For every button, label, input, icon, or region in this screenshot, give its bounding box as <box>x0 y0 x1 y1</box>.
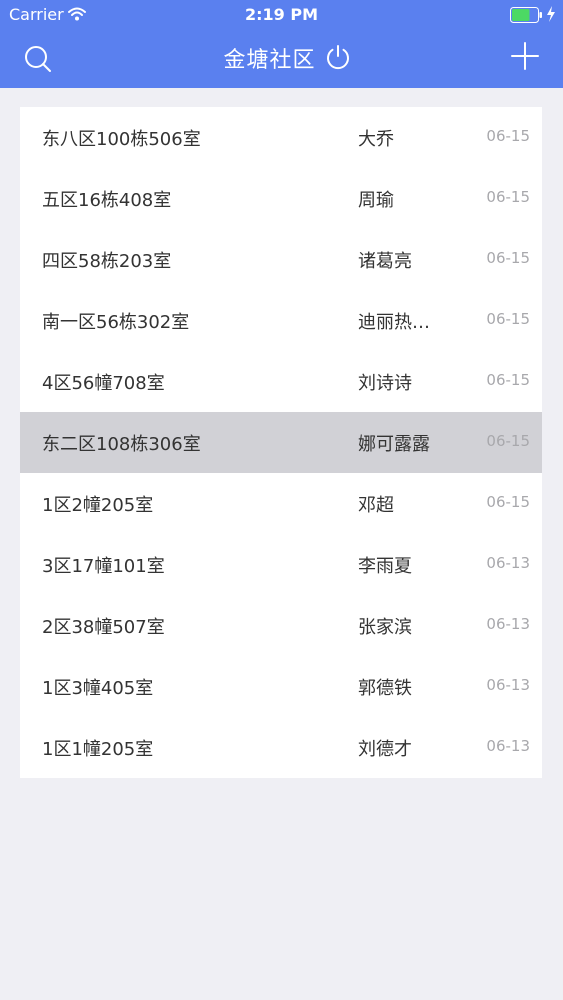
address-text: 东二区108栋306室 <box>42 434 201 455</box>
date-text: 06-13 <box>486 737 530 755</box>
resident-name: 张家滨 <box>358 617 412 638</box>
list-item[interactable]: 1区2幢205室 邓超 06-15 <box>20 473 542 534</box>
list-item[interactable]: 4区56幢708室 刘诗诗 06-15 <box>20 351 542 412</box>
address-text: 4区56幢708室 <box>42 373 165 394</box>
list-item[interactable]: 东八区100栋506室 大乔 06-15 <box>20 107 542 168</box>
list-item[interactable]: 四区58栋203室 诸葛亮 06-15 <box>20 229 542 290</box>
resident-name: 郭德铁 <box>358 678 412 699</box>
address-text: 2区38幢507室 <box>42 617 165 638</box>
address-text: 四区58栋203室 <box>42 251 172 272</box>
status-bar: Carrier 2:19 PM <box>0 0 563 30</box>
list-item[interactable]: 南一区56栋302室 迪丽热… 06-15 <box>20 290 542 351</box>
date-text: 06-15 <box>486 310 530 328</box>
resident-name: 李雨夏 <box>358 556 412 577</box>
date-text: 06-15 <box>486 371 530 389</box>
date-text: 06-15 <box>486 432 530 450</box>
page-title-text: 金塘社区 <box>223 48 316 73</box>
resident-name: 大乔 <box>358 129 394 150</box>
battery-icon <box>510 7 542 23</box>
plus-icon[interactable] <box>508 39 542 73</box>
list-item[interactable]: 五区16栋408室 周瑜 06-15 <box>20 168 542 229</box>
resident-name: 周瑜 <box>358 190 394 211</box>
header: Carrier 2:19 PM 金塘社区 <box>0 0 563 88</box>
page-title: 金塘社区 <box>0 42 563 74</box>
resident-name: 诸葛亮 <box>358 251 412 272</box>
list-item[interactable]: 3区17幢101室 李雨夏 06-13 <box>20 534 542 595</box>
nav-bar: 金塘社区 <box>0 30 563 88</box>
record-list: 东八区100栋506室 大乔 06-15 五区16栋408室 周瑜 06-15 … <box>20 107 542 778</box>
date-text: 06-15 <box>486 493 530 511</box>
list-item[interactable]: 2区38幢507室 张家滨 06-13 <box>20 595 542 656</box>
address-text: 南一区56栋302室 <box>42 312 190 333</box>
address-text: 3区17幢101室 <box>42 556 165 577</box>
address-text: 五区16栋408室 <box>42 190 172 211</box>
resident-name: 刘诗诗 <box>358 373 412 394</box>
address-text: 1区1幢205室 <box>42 739 154 760</box>
address-text: 东八区100栋506室 <box>42 129 201 150</box>
date-text: 06-15 <box>486 188 530 206</box>
date-text: 06-13 <box>486 676 530 694</box>
list-item[interactable]: 1区3幢405室 郭德铁 06-13 <box>20 656 542 717</box>
resident-name: 娜可露露 <box>358 434 430 455</box>
date-text: 06-13 <box>486 554 530 572</box>
address-text: 1区3幢405室 <box>42 678 154 699</box>
resident-name: 刘德才 <box>358 739 412 760</box>
address-text: 1区2幢205室 <box>42 495 154 516</box>
date-text: 06-15 <box>486 127 530 145</box>
list-item[interactable]: 东二区108栋306室 娜可露露 06-15 <box>20 412 542 473</box>
power-icon[interactable] <box>324 43 352 71</box>
date-text: 06-13 <box>486 615 530 633</box>
list-item[interactable]: 1区1幢205室 刘德才 06-13 <box>20 717 542 778</box>
status-time: 2:19 PM <box>244 5 318 24</box>
resident-name: 邓超 <box>358 495 394 516</box>
charging-bolt-icon <box>547 6 555 22</box>
date-text: 06-15 <box>486 249 530 267</box>
resident-name: 迪丽热… <box>358 312 430 333</box>
